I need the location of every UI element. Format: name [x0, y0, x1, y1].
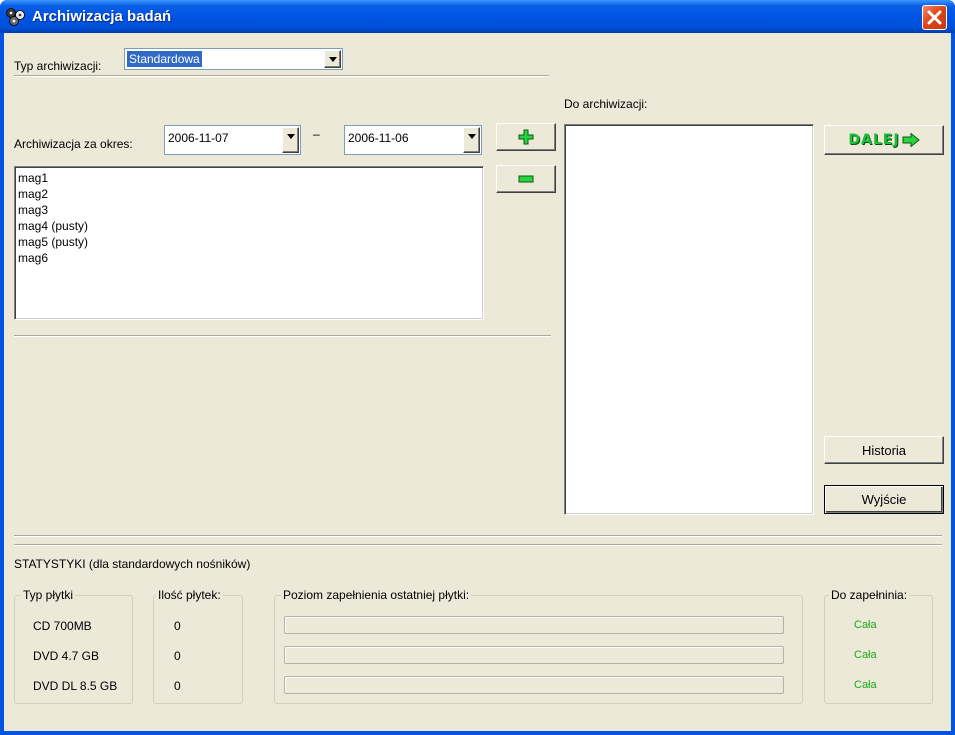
title-bar[interactable]: Archiwizacja badań: [0, 0, 955, 33]
col-ilosc-label: Ilość płytek:: [156, 588, 223, 602]
chevron-down-icon[interactable]: [463, 127, 480, 153]
dalej-label: DALEJ: [848, 132, 900, 148]
app-icon: [6, 8, 25, 26]
source-listbox[interactable]: mag1 mag2 mag3 mag4 (pusty) mag5 (pusty)…: [14, 166, 484, 320]
col-poziom-label: Poziom zapełnienia ostatniej płytki:: [281, 588, 472, 602]
row-ilosc-dvd-dl: 0: [174, 679, 181, 693]
col-do-label: Do zapełninia:: [829, 588, 910, 602]
typ-select[interactable]: Standardowa: [124, 48, 343, 70]
plus-icon: [518, 129, 534, 145]
row-do-dvd: Cała: [854, 649, 877, 661]
target-listbox[interactable]: [564, 124, 814, 515]
group-typ: Typ płytki CD 700MB DVD 4.7 GB DVD DL 8.…: [14, 588, 133, 704]
remove-button[interactable]: [496, 165, 556, 193]
chevron-down-icon[interactable]: [282, 127, 299, 153]
divider-bottom-1: [14, 535, 942, 537]
minus-icon: [518, 175, 534, 183]
progress-bar-dvd-dl: [284, 676, 784, 694]
list-item[interactable]: mag2: [18, 186, 480, 202]
typ-select-value: Standardowa: [127, 51, 202, 67]
divider-bottom-2: [14, 544, 942, 546]
dialog-client-area: Typ archiwizacji: Standardowa Archiwizac…: [4, 33, 951, 731]
row-do-dvd-dl: Cała: [854, 679, 877, 691]
progress-bar-cd: [284, 616, 784, 634]
wyjscie-button[interactable]: Wyjście: [824, 485, 944, 514]
arrow-right-icon: [902, 133, 920, 147]
date-from-select[interactable]: 2006-11-07: [164, 125, 301, 155]
add-button[interactable]: [496, 123, 556, 151]
close-button[interactable]: [922, 5, 947, 30]
stats-heading: STATYSTYKI (dla standardowych nośników): [14, 557, 251, 571]
row-typ-dvd: DVD 4.7 GB: [33, 649, 100, 663]
row-ilosc-cd: 0: [174, 619, 181, 633]
list-item[interactable]: mag6: [18, 250, 480, 266]
date-from-value: 2006-11-07: [168, 131, 229, 145]
divider-top: [14, 75, 549, 77]
historia-button[interactable]: Historia: [824, 436, 944, 464]
list-item[interactable]: mag1: [18, 170, 480, 186]
target-label: Do archiwizacji:: [564, 97, 648, 111]
row-typ-dvd-dl: DVD DL 8.5 GB: [33, 679, 118, 693]
divider-middle: [14, 335, 551, 337]
row-ilosc-dvd: 0: [174, 649, 181, 663]
chevron-down-icon[interactable]: [324, 50, 341, 68]
date-to-value: 2006-11-06: [348, 131, 409, 145]
group-poziom: Poziom zapełnienia ostatniej płytki:: [274, 588, 803, 704]
list-item[interactable]: mag4 (pusty): [18, 218, 480, 234]
app-window: Archiwizacja badań Typ archiwizacji: Sta…: [0, 0, 955, 735]
list-item[interactable]: mag3: [18, 202, 480, 218]
group-do: Do zapełninia: Cała Cała Cała: [824, 588, 933, 704]
row-do-cd: Cała: [854, 619, 877, 631]
window-title: Archiwizacja badań: [32, 8, 172, 25]
close-icon: [927, 10, 942, 25]
group-ilosc: Ilość płytek: 0 0 0: [153, 588, 243, 704]
col-typ-label: Typ płytki: [21, 588, 76, 602]
progress-bar-dvd: [284, 646, 784, 664]
list-item[interactable]: mag5 (pusty): [18, 234, 480, 250]
date-to-select[interactable]: 2006-11-06: [344, 125, 482, 155]
row-typ-cd: CD 700MB: [33, 619, 92, 633]
typ-label: Typ archiwizacji:: [14, 59, 102, 73]
dalej-button[interactable]: DALEJ: [824, 125, 944, 155]
okres-label: Archiwizacja za okres:: [14, 137, 133, 151]
date-separator: –: [313, 127, 320, 141]
